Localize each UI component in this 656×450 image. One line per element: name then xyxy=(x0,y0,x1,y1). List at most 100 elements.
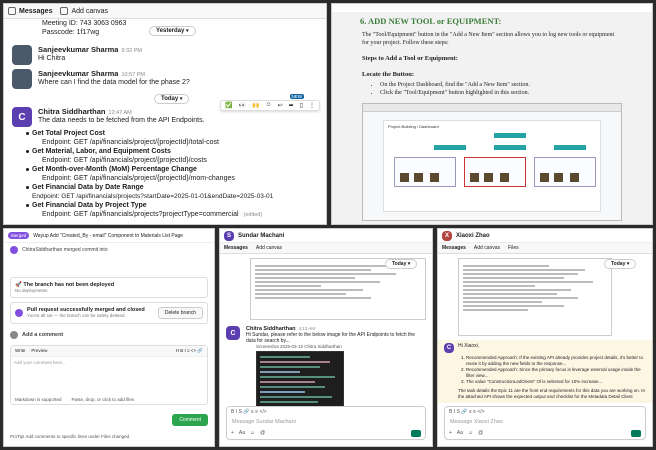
list-item: The value "ConstructionLedOrient" Ol is … xyxy=(466,379,646,385)
format-toolbar-icons[interactable]: H B I ≡ <> 🔗 xyxy=(176,348,203,354)
send-button[interactable] xyxy=(411,430,421,437)
comment-button[interactable]: Comment xyxy=(172,414,208,426)
tab-messages[interactable]: Messages xyxy=(442,245,466,251)
forward-icon[interactable]: ➦ xyxy=(289,102,294,109)
item-card-highlighted xyxy=(464,157,526,187)
reply-icon[interactable]: ↩ xyxy=(278,102,283,109)
item-image xyxy=(414,173,423,182)
text-format-icon[interactable]: Aa xyxy=(239,430,245,437)
format-toolbar[interactable]: B I S 🔗 ≡ ≡ </> xyxy=(445,407,645,417)
message-text: Hi Chitra xyxy=(38,55,66,62)
add-icon[interactable]: + xyxy=(449,430,452,437)
message-input[interactable]: Message Xiaoxi Zhao xyxy=(445,417,645,427)
markdown-note[interactable]: Markdown is supported xyxy=(15,397,62,402)
endpoint-text: Endpoint: GET /api/financials/project/{p… xyxy=(42,175,235,182)
attach-files[interactable]: Paste, drop, or click to add files xyxy=(72,397,135,402)
message-text: The task details the Epic 11 are the fro… xyxy=(458,388,646,399)
merged-badge: Merged xyxy=(8,232,30,239)
tab-write[interactable]: Write xyxy=(15,348,25,354)
format-toolbar[interactable]: B I S 🔗 ≡ ≡ </> xyxy=(227,407,425,417)
instruction-list: On the Project Dashboard, find the "Add … xyxy=(362,81,622,97)
commit-row: ChitraSiddharthan merged commit into xyxy=(4,243,214,257)
slack-chat-panel: Messages Add canvas Meeting ID: 743 3063… xyxy=(3,3,327,225)
browser-bar xyxy=(363,104,621,112)
merge-icon xyxy=(10,246,18,254)
yesterday-pill[interactable]: Yesterday ▾ xyxy=(149,26,196,36)
dm-header: S Sundar Machani xyxy=(220,229,432,243)
send-button[interactable] xyxy=(631,430,641,437)
list-item-title: Get Material, Labor, and Equipment Costs xyxy=(26,147,326,156)
message-input[interactable]: Message Sundar Machani xyxy=(227,417,425,427)
mention-icon[interactable]: @ xyxy=(478,430,483,437)
sender-name[interactable]: Sanjeevkumar Sharma xyxy=(38,45,118,54)
list-item-title: Get Financial Data by Project Type xyxy=(26,201,326,210)
file-label[interactable]: Screenshot 2025-03-12 Chitra Siddharthan xyxy=(256,344,432,349)
chevron-down-icon: ▾ xyxy=(186,28,189,34)
eyes-reaction-icon[interactable]: 👀 xyxy=(239,102,246,109)
tab-add-canvas[interactable]: Add canvas xyxy=(256,245,282,251)
emoji-icon[interactable]: ☺ xyxy=(468,430,473,437)
tab-preview[interactable]: Preview xyxy=(31,348,47,354)
today-pill[interactable]: Today ▾ xyxy=(604,259,637,269)
message-text: Where can I find the data model for the … xyxy=(38,79,190,86)
recommendation-list: Recommended Approach: If the existing AP… xyxy=(444,355,646,385)
slack-dm-panel: X Xiaoxi Zhao Messages Add canvas Files T… xyxy=(437,228,653,447)
avatar[interactable]: C xyxy=(226,326,240,340)
message-item: C Hi Xiaoxi, Recommended Approach: If the… xyxy=(438,340,652,403)
today-pill[interactable]: Today ▾ xyxy=(385,259,418,269)
tab-add-canvas[interactable]: Add canvas xyxy=(474,245,500,251)
avatar[interactable] xyxy=(12,45,32,65)
deployment-box: 🚀 The branch has not been deployed No de… xyxy=(10,277,208,298)
mention-icon[interactable]: @ xyxy=(260,430,265,437)
emoji-icon[interactable]: ☺ xyxy=(265,102,271,109)
comment-input[interactable]: Add your comment here... xyxy=(11,357,207,368)
avatar[interactable]: S xyxy=(224,230,234,241)
section-heading: 6. ADD NEW TOOL or EQUIPMENT: xyxy=(332,12,652,29)
sender-name[interactable]: Sanjeevkumar Sharma xyxy=(38,69,118,78)
message-item: Sanjeevkumar Sharma 10:57 PM Where can I … xyxy=(4,67,326,91)
text-format-icon[interactable]: Aa xyxy=(457,430,463,437)
message-item: C Chitra Siddharthan 4:13 AM Hi Sundar, p… xyxy=(220,320,432,344)
dm-header: X Xiaoxi Zhao xyxy=(438,229,652,243)
avatar xyxy=(10,331,18,339)
intro-paragraph: The "Tool/Equipment" button in the "Add … xyxy=(362,32,615,46)
avatar[interactable]: C xyxy=(444,343,454,353)
endpoint-text: Endpoint: GET /api/financials/projects?s… xyxy=(32,193,274,200)
sender-name[interactable]: Chitra Siddharthan xyxy=(38,107,106,116)
check-reaction-icon[interactable]: ✅ xyxy=(225,102,232,109)
tab-messages[interactable]: Messages xyxy=(8,7,52,15)
message-icon xyxy=(8,7,16,15)
message-composer: B I S 🔗 ≡ ≡ </> Message Xiaoxi Zhao + Aa ☺… xyxy=(444,406,646,440)
dm-title[interactable]: Sundar Machani xyxy=(238,233,284,239)
emoji-icon[interactable]: ☺ xyxy=(250,430,255,437)
clap-reaction-icon[interactable]: 🙌 xyxy=(252,102,259,109)
tab-files[interactable]: Files xyxy=(508,245,519,251)
item-image xyxy=(554,173,563,182)
delete-branch-button[interactable]: Delete branch xyxy=(157,307,203,319)
avatar[interactable]: X xyxy=(442,230,452,241)
add-icon[interactable]: + xyxy=(231,430,234,437)
more-icon[interactable]: ⋮ xyxy=(309,102,315,109)
shared-document-image[interactable] xyxy=(458,258,612,336)
tab-messages[interactable]: Messages xyxy=(224,245,248,251)
item-card xyxy=(394,157,456,187)
tab-add-canvas[interactable]: Add canvas xyxy=(60,7,108,15)
item-image xyxy=(540,173,549,182)
flow-node xyxy=(434,145,466,150)
message-composer: B I S 🔗 ≡ ≡ </> Message Sundar Machani +… xyxy=(226,406,426,440)
endpoint-text: Endpoint: GET /api/financials/projects?p… xyxy=(42,211,239,218)
dashboard-title: Project Building / Dashboard xyxy=(388,124,439,129)
today-pill[interactable]: Today ▾ xyxy=(154,94,190,104)
chevron-down-icon: ▾ xyxy=(179,96,183,102)
timestamp: 9:32 PM xyxy=(121,48,142,54)
dashboard-view: Project Building / Dashboard xyxy=(383,120,601,212)
avatar[interactable]: C xyxy=(12,107,32,127)
slack-dm-panel: S Sundar Machani Messages Add canvas Toda… xyxy=(219,228,433,447)
list-item: On the Project Dashboard, find the "Add … xyxy=(380,81,622,89)
avatar[interactable] xyxy=(12,69,32,89)
pr-title: Wayup Add "Created_By - email" Component… xyxy=(33,232,184,239)
dm-title[interactable]: Xiaoxi Zhao xyxy=(456,233,490,239)
bookmark-icon[interactable]: ▯ xyxy=(300,102,303,109)
list-item-title: Get Financial Data by Date Range xyxy=(26,183,326,192)
message-greeting: Hi Xiaoxi, xyxy=(458,343,480,349)
